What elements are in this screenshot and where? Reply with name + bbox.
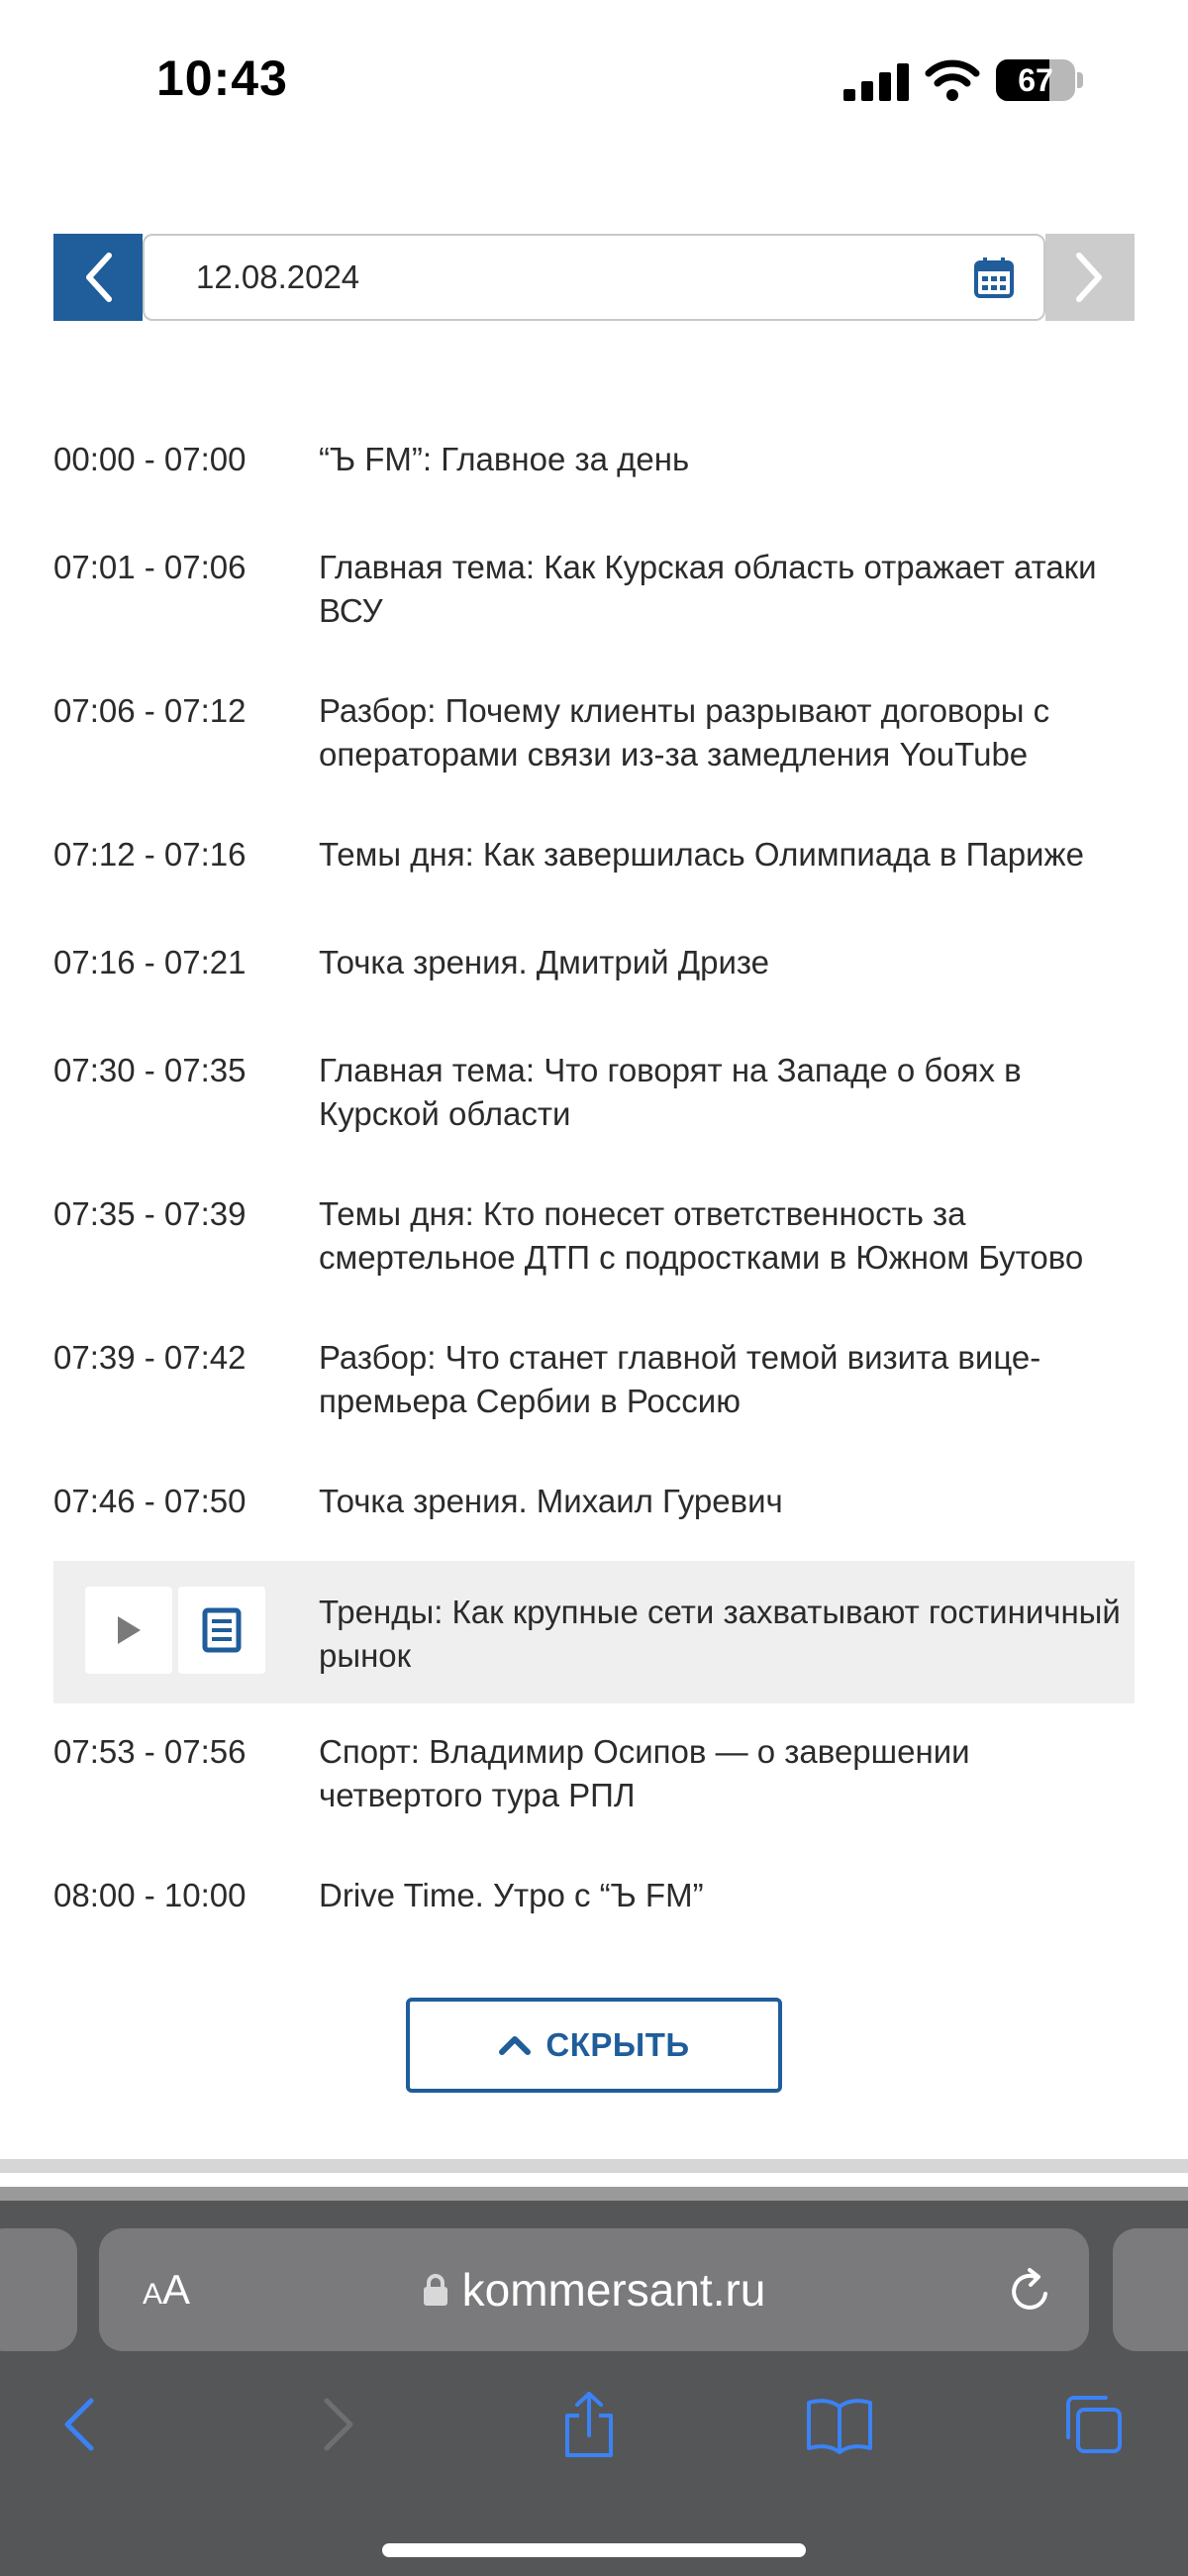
chevron-left-icon <box>86 253 112 302</box>
signal-icon <box>843 63 909 101</box>
date-value: 12.08.2024 <box>196 258 360 295</box>
divider <box>0 2159 1188 2173</box>
tabs-icon <box>1066 2396 1122 2453</box>
schedule-title[interactable]: Точка зрения. Михаил Гуревич <box>319 1480 1135 1523</box>
url-text: kommersant.ru <box>461 2264 766 2316</box>
status-time: 10:43 <box>156 51 288 106</box>
schedule-time: 07:06 - 07:12 <box>53 692 247 729</box>
hide-button[interactable]: СКРЫТЬ <box>406 1998 782 2093</box>
schedule-title[interactable]: Главная тема: Что говорят на Западе о бо… <box>319 1049 1135 1136</box>
share-button[interactable] <box>549 2385 629 2464</box>
schedule-time: 08:00 - 10:00 <box>53 1877 247 1913</box>
chevron-up-icon <box>499 2036 532 2055</box>
schedule-time: 00:00 - 07:00 <box>53 441 247 477</box>
schedule-title[interactable]: Темы дня: Как завершилась Олимпиада в Па… <box>319 833 1135 876</box>
tabs-button[interactable] <box>1053 2385 1133 2464</box>
schedule-title[interactable]: Темы дня: Кто понесет ответственность за… <box>319 1192 1135 1280</box>
schedule-title[interactable]: Спорт: Владимир Осипов — о завершении че… <box>319 1730 1135 1817</box>
previous-tab[interactable] <box>0 2228 77 2351</box>
battery-level: 67 <box>1018 62 1053 98</box>
schedule-time: 07:35 - 07:39 <box>53 1195 247 1232</box>
schedule-title[interactable]: Drive Time. Утро с “Ъ FM” <box>319 1874 1135 1917</box>
bookmarks-button[interactable] <box>800 2385 879 2464</box>
next-tab[interactable] <box>1113 2228 1188 2351</box>
play-icon <box>118 1616 141 1644</box>
schedule-time: 07:01 - 07:06 <box>53 549 247 585</box>
play-button[interactable] <box>85 1587 172 1674</box>
reload-icon[interactable] <box>1006 2266 1055 2316</box>
lock-icon <box>423 2274 447 2306</box>
schedule-row-active[interactable]: Тренды: Как крупные сети захватывают гос… <box>53 1561 1135 1703</box>
bookmarks-icon <box>807 2399 872 2454</box>
schedule-title[interactable]: Разбор: Что станет главной темой визита … <box>319 1336 1135 1423</box>
schedule-time: 07:12 - 07:16 <box>53 836 247 873</box>
schedule-title[interactable]: Разбор: Почему клиенты разрывают договор… <box>319 689 1135 776</box>
browser-chrome: AA kommersant.ru <box>0 2187 1188 2576</box>
back-button[interactable] <box>40 2385 119 2464</box>
status-bar: 10:43 67 <box>0 0 1188 158</box>
schedule-time: 07:39 - 07:42 <box>53 1339 247 1376</box>
read-article-button[interactable] <box>178 1587 265 1674</box>
browser-toolbar <box>0 2385 1188 2494</box>
address-bar[interactable]: AA kommersant.ru <box>99 2228 1089 2351</box>
date-field[interactable]: 12.08.2024 <box>143 234 1045 321</box>
schedule-title[interactable]: Тренды: Как крупные сети захватывают гос… <box>319 1591 1135 1678</box>
schedule-time: 07:30 - 07:35 <box>53 1052 247 1088</box>
chevron-right-icon <box>1076 253 1102 302</box>
next-date-button[interactable] <box>1045 234 1135 321</box>
schedule-time: 07:46 - 07:50 <box>53 1483 247 1519</box>
share-icon <box>565 2392 613 2457</box>
schedule-title[interactable]: Главная тема: Как Курская область отража… <box>319 546 1135 633</box>
forward-icon <box>324 2398 353 2451</box>
hide-button-label: СКРЫТЬ <box>545 2026 690 2063</box>
previous-date-button[interactable] <box>53 234 143 321</box>
wifi-icon <box>925 59 980 101</box>
battery-icon: 67 <box>996 59 1083 101</box>
calendar-icon[interactable] <box>972 256 1016 299</box>
schedule-title[interactable]: Точка зрения. Дмитрий Дризе <box>319 941 1135 984</box>
schedule-title[interactable]: “Ъ FM”: Главное за день <box>319 438 1135 481</box>
schedule-time: 07:16 - 07:21 <box>53 944 247 980</box>
date-picker: 12.08.2024 <box>53 234 1135 321</box>
document-icon <box>202 1607 242 1653</box>
home-indicator <box>382 2543 806 2557</box>
schedule-time: 07:53 - 07:56 <box>53 1733 247 1770</box>
forward-button[interactable] <box>299 2385 378 2464</box>
back-icon <box>64 2398 94 2451</box>
